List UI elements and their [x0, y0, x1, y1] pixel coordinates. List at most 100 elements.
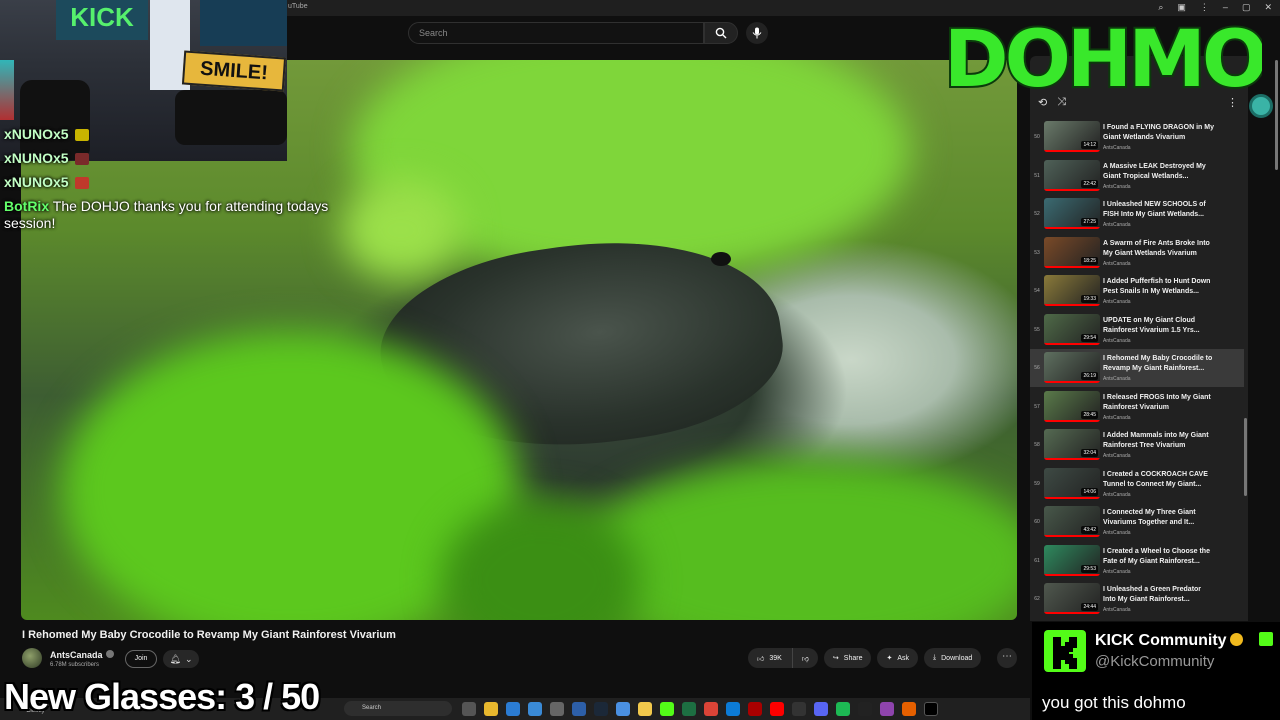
watch-progress-bar: [1044, 227, 1100, 229]
video-thumbnail[interactable]: 14:12: [1044, 121, 1100, 152]
minimize-icon[interactable]: –: [1223, 2, 1228, 13]
download-label: Download: [941, 654, 973, 662]
playlist-item-title[interactable]: I Added Pufferfish to Hunt Down Pest Sna…: [1103, 277, 1215, 297]
playlist-index: 60: [1034, 519, 1040, 525]
emote-icon: [74, 129, 89, 141]
photos-icon[interactable]: [880, 702, 894, 716]
video-thumbnail[interactable]: 28:45: [1044, 390, 1100, 422]
playlist-item-title[interactable]: I Created a COCKROACH CAVE Tunnel to Con…: [1103, 470, 1215, 490]
kick-app-icon[interactable]: [660, 702, 674, 716]
taskbar-search[interactable]: Search: [344, 701, 452, 716]
menu-dots-icon[interactable]: ⋮: [1200, 2, 1209, 13]
playlist-item[interactable]: 54 19:33 I Added Pufferfish to Hunt Down P…: [1030, 272, 1244, 310]
playlist-scrollbar[interactable]: [1244, 418, 1247, 496]
video-thumbnail[interactable]: 22:42: [1044, 159, 1100, 191]
zoom-icon[interactable]: ⌕: [1158, 2, 1163, 13]
explorer-icon[interactable]: [484, 702, 498, 716]
playlist-item[interactable]: 53 18:25 A Swarm of Fire Ants Broke Into M…: [1030, 234, 1244, 272]
playlist-item[interactable]: 58 32:04 I Added Mammals into My Giant Rai…: [1030, 426, 1244, 464]
channel-avatar[interactable]: [22, 648, 42, 668]
ask-button[interactable]: ✦ Ask: [877, 648, 919, 668]
playlist-item[interactable]: 61 29:53 I Created a Wheel to Choose the F…: [1030, 542, 1244, 580]
video-thumbnail[interactable]: 29:54: [1044, 313, 1100, 345]
video-thumbnail[interactable]: 19:33: [1044, 275, 1100, 306]
camera-icon[interactable]: [550, 702, 564, 716]
notification-button[interactable]: 🔔︎ ⌄: [163, 650, 199, 668]
playlist-item[interactable]: 51 22:42 A Massive LEAK Destroyed My Giant…: [1030, 157, 1244, 195]
playlist-item-title[interactable]: I Found a FLYING DRAGON in My Giant Wetl…: [1103, 123, 1215, 143]
playlist-item-title[interactable]: I Unleashed a Green Predator Into My Gia…: [1103, 585, 1215, 605]
download-button[interactable]: ⤓ Download: [924, 648, 982, 668]
page-scrollbar[interactable]: [1275, 60, 1278, 170]
playlist-item[interactable]: 52 27:25 I Unleashed NEW SCHOOLS of FISH I…: [1030, 195, 1244, 233]
video-thumbnail[interactable]: 27:25: [1044, 198, 1100, 229]
kick-community-name-text: KICK Community: [1095, 632, 1227, 649]
video-thumbnail[interactable]: 14:06: [1044, 467, 1100, 499]
kick-banner: KICK: [56, 0, 148, 40]
extensions-icon[interactable]: ▣: [1177, 2, 1186, 13]
playlist-item-title[interactable]: I Connected My Three Giant Vivariums Tog…: [1103, 508, 1215, 528]
channel-name[interactable]: AntsCanada: [50, 650, 114, 660]
excel-icon[interactable]: [682, 702, 696, 716]
spotify-icon[interactable]: [836, 702, 850, 716]
chat-message: BotRix The DOHJO thanks you for attendin…: [4, 198, 354, 232]
app-icon[interactable]: [616, 702, 630, 716]
microphone-icon: [752, 27, 762, 39]
video-thumbnail[interactable]: 43:42: [1044, 506, 1100, 537]
search-button[interactable]: [704, 22, 738, 44]
folder-icon[interactable]: [638, 702, 652, 716]
playlist-item-title[interactable]: A Swarm of Fire Ants Broke Into My Giant…: [1103, 239, 1215, 259]
playlist-item[interactable]: 60 43:42 I Connected My Three Giant Vivari…: [1030, 503, 1244, 541]
calendar-icon[interactable]: [572, 702, 586, 716]
edge-icon[interactable]: [726, 702, 740, 716]
mail-icon[interactable]: [506, 702, 520, 716]
firefox-icon[interactable]: [902, 702, 916, 716]
video-thumbnail[interactable]: 29:53: [1044, 544, 1100, 576]
playlist-item[interactable]: 50 14:12 I Found a FLYING DRAGON in My Gia…: [1030, 118, 1244, 156]
playlist-index: 51: [1034, 172, 1040, 179]
chrome-icon[interactable]: [704, 702, 718, 716]
obs-icon[interactable]: [792, 702, 806, 716]
store-icon[interactable]: [528, 702, 542, 716]
steam-icon[interactable]: [594, 702, 608, 716]
chat-username: xNUNOx5: [4, 126, 69, 142]
browser-tab-title[interactable]: uTube: [288, 3, 308, 10]
playlist-item[interactable]: 62 24:44 I Unleashed a Green Predator Into…: [1030, 580, 1244, 618]
maximize-icon[interactable]: ▢: [1242, 2, 1251, 13]
join-button[interactable]: Join: [125, 650, 157, 668]
playlist-item-title[interactable]: I Added Mammals into My Giant Rainforest…: [1103, 431, 1215, 451]
search-input[interactable]: Search: [408, 22, 704, 44]
close-icon[interactable]: ✕: [1264, 2, 1272, 13]
playlist-item-title[interactable]: I Released FROGS Into My Giant Rainfores…: [1103, 393, 1215, 413]
playlist-item-title[interactable]: I Unleashed NEW SCHOOLS of FISH Into My …: [1103, 200, 1215, 220]
playlist-item[interactable]: 55 29:54 UPDATE on My Giant Cloud Rainfore…: [1030, 311, 1244, 349]
video-thumbnail[interactable]: 24:44: [1044, 583, 1100, 614]
playlist-item[interactable]: 57 28:45 I Released FROGS Into My Giant Ra…: [1030, 388, 1244, 426]
more-actions-button[interactable]: ⋯: [997, 648, 1017, 668]
chat-username: BotRix: [4, 198, 50, 214]
playlist-item-title[interactable]: I Created a Wheel to Choose the Fate of …: [1103, 547, 1215, 567]
video-thumbnail[interactable]: 26:19: [1044, 352, 1100, 383]
dislike-button[interactable]: 👎︎: [791, 648, 818, 668]
playlist-item-title[interactable]: UPDATE on My Giant Cloud Rainforest Viva…: [1103, 316, 1215, 336]
window-controls: ⌕ ▣ ⋮ – ▢ ✕: [1158, 2, 1272, 13]
voice-search-button[interactable]: [746, 22, 768, 44]
channel-name-text[interactable]: AntsCanada: [50, 650, 103, 660]
task-view-icon[interactable]: [462, 702, 476, 716]
video-thumbnail[interactable]: 18:25: [1044, 236, 1100, 268]
playlist-item[interactable]: 56 26:19 I Rehomed My Baby Crocodile to Re…: [1030, 349, 1244, 387]
video-thumbnail[interactable]: 32:04: [1044, 429, 1100, 460]
share-button[interactable]: ↪ Share: [823, 648, 872, 668]
video-duration: 18:25: [1081, 256, 1098, 265]
playlist-item-title[interactable]: A Massive LEAK Destroyed My Giant Tropic…: [1103, 162, 1215, 182]
youtube-icon[interactable]: [770, 702, 784, 716]
playlist-item[interactable]: 59 14:06 I Created a COCKROACH CAVE Tunnel…: [1030, 465, 1244, 503]
x-app-icon[interactable]: [924, 702, 938, 716]
watch-progress-bar: [1044, 612, 1100, 614]
discord-icon[interactable]: [814, 702, 828, 716]
terminal-icon[interactable]: [858, 702, 872, 716]
playlist-item-title[interactable]: I Rehomed My Baby Crocodile to Revamp My…: [1103, 354, 1215, 374]
like-button[interactable]: 👍︎ 39K: [748, 648, 792, 668]
opera-icon[interactable]: [748, 702, 762, 716]
chevron-down-icon: ⌄: [184, 653, 193, 664]
